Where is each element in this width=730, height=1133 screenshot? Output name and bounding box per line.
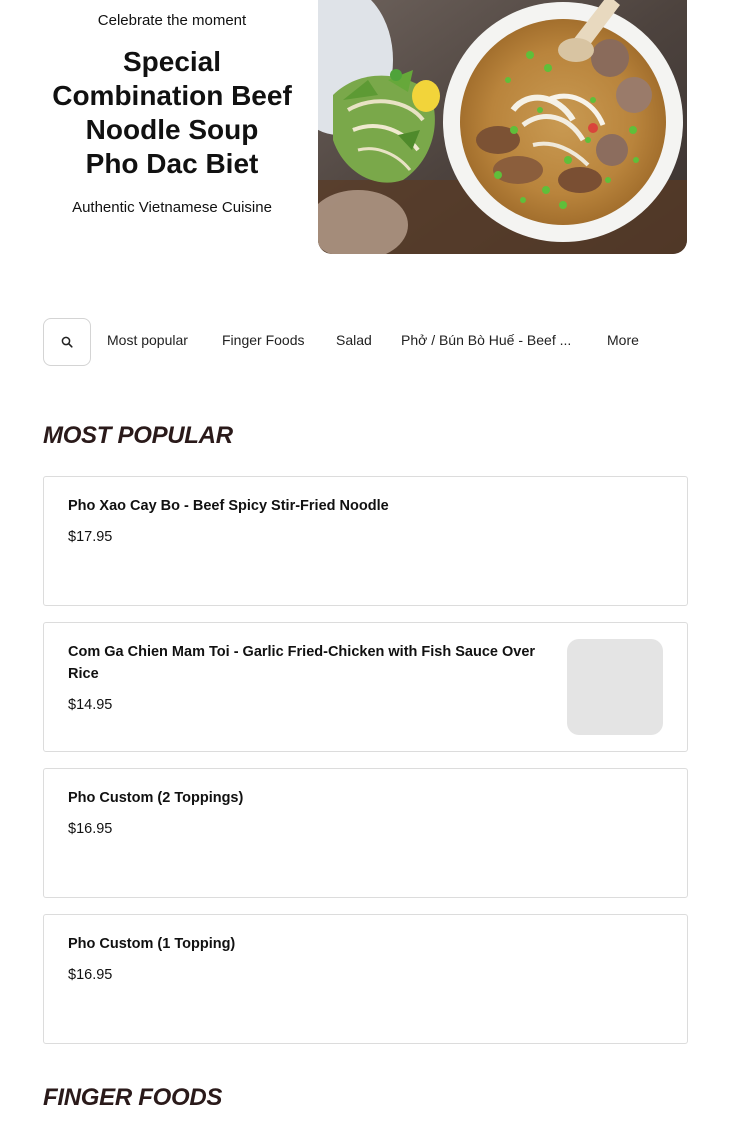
menu-item-name: Pho Custom (2 Toppings) <box>68 790 244 806</box>
hero-text: Celebrate the moment Special Combination… <box>42 0 302 216</box>
menu-item-price: $17.95 <box>68 529 113 545</box>
nav-more-button[interactable]: More <box>607 332 639 348</box>
hero-title-line: Special <box>122 46 222 77</box>
menu-item-card[interactable]: Pho Custom (2 Toppings) $16.95 <box>43 768 688 898</box>
section-title-most-popular: MOST POPULAR <box>43 422 233 449</box>
nav-item-most-popular[interactable]: Most popular <box>107 332 188 348</box>
menu-item-price: $16.95 <box>68 967 113 983</box>
hero-title-line: Noodle Soup <box>85 114 259 145</box>
menu-item-name: Com Ga Chien Mam Toi - Garlic Fried-Chic… <box>68 644 536 682</box>
hero-subtitle: Authentic Vietnamese Cuisine <box>72 199 272 216</box>
hero-title: Special Combination Beef Noodle Soup Pho… <box>42 45 302 181</box>
hero-tagline: Celebrate the moment <box>97 12 247 29</box>
search-button[interactable] <box>43 318 91 366</box>
hero-title-line: Pho Dac Biet <box>85 148 259 179</box>
category-nav: Most popular Finger Foods Salad Phở / Bú… <box>43 318 688 366</box>
menu-item-card[interactable]: Com Ga Chien Mam Toi - Garlic Fried-Chic… <box>43 622 688 752</box>
nav-item-salad[interactable]: Salad <box>336 332 372 348</box>
menu-item-price: $16.95 <box>68 821 113 837</box>
hero-banner: Celebrate the moment Special Combination… <box>0 0 730 254</box>
nav-item-pho-bun-bo-hue[interactable]: Phở / Bún Bò Huế - Beef ... <box>401 332 571 348</box>
menu-item-card[interactable]: Pho Xao Cay Bo - Beef Spicy Stir-Fried N… <box>43 476 688 606</box>
nav-item-finger-foods[interactable]: Finger Foods <box>222 332 304 348</box>
search-icon <box>61 336 73 348</box>
section-title-finger-foods: FINGER FOODS <box>43 1084 223 1111</box>
menu-item-name: Pho Xao Cay Bo - Beef Spicy Stir-Fried N… <box>68 498 389 514</box>
menu-item-price: $14.95 <box>68 697 113 713</box>
menu-item-card[interactable]: Pho Custom (1 Topping) $16.95 <box>43 914 688 1044</box>
menu-item-image-placeholder <box>567 639 663 735</box>
hero-food-image <box>318 0 687 254</box>
menu-item-name: Pho Custom (1 Topping) <box>68 936 236 952</box>
hero-title-line: Combination Beef <box>52 80 292 111</box>
